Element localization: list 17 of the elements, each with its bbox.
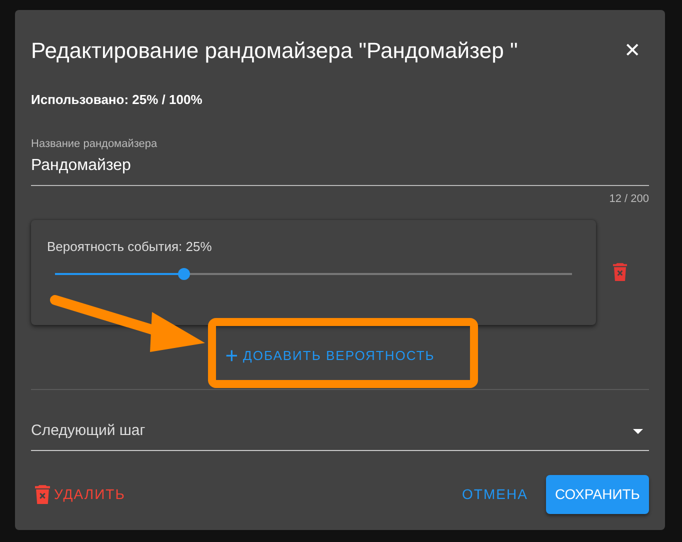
delete-probability-button[interactable] — [611, 261, 629, 284]
delete-button[interactable]: УДАЛИТЬ — [31, 478, 130, 511]
close-button[interactable]: ✕ — [616, 41, 649, 62]
trash-icon — [35, 484, 50, 504]
caret-icon — [633, 428, 643, 434]
field-label: Название рандомайзера — [31, 136, 158, 152]
add-probability-button[interactable]: + ДОБАВИТЬ ВЕРОЯТНОСТЬ — [217, 338, 443, 373]
probability-label: Вероятность события: 25% — [47, 238, 213, 256]
next-step-select[interactable]: Следующий шаг — [31, 390, 649, 452]
dialog-title: Редактирование рандомайзера "Рандомайзер " — [31, 38, 518, 64]
slider-thumb[interactable] — [178, 268, 190, 280]
character-counter: 12 / 200 — [608, 192, 649, 208]
name-field[interactable]: Рандомайзер — [31, 152, 649, 186]
cancel-button[interactable]: ОТМЕНА — [448, 476, 542, 513]
trash-icon — [613, 263, 627, 282]
save-button[interactable]: СОХРАНИТЬ — [546, 475, 649, 514]
usage-text: Использовано: 25% / 100% — [31, 91, 204, 110]
